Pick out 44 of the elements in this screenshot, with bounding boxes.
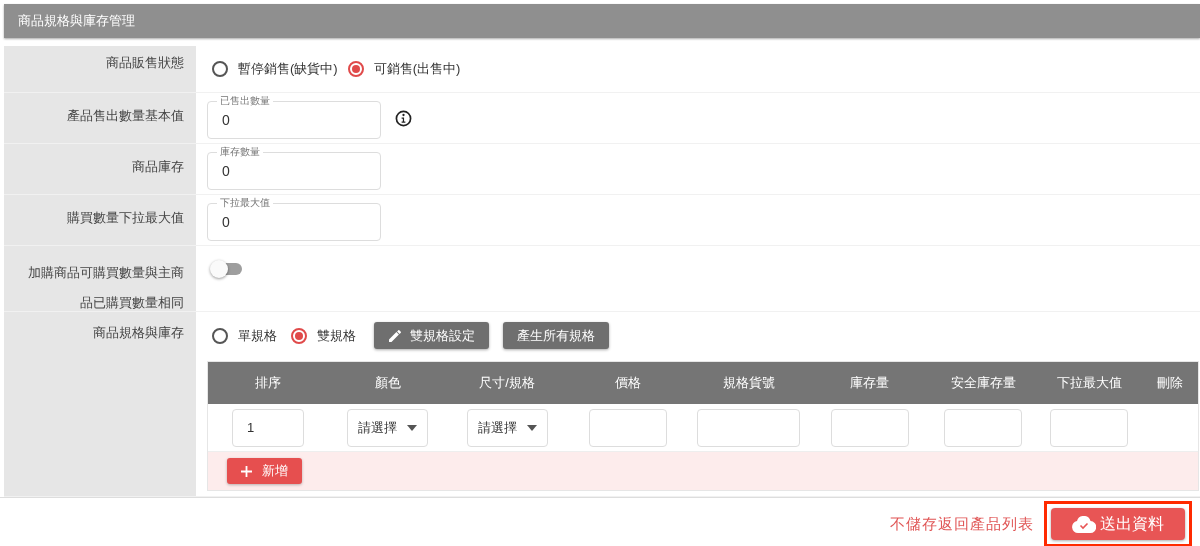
back-link[interactable]: 不儲存返回產品列表 <box>890 514 1034 534</box>
field-label: 商品販售狀態 <box>106 54 184 72</box>
radio-label: 單規格 <box>238 326 277 345</box>
column-header: 顏色 <box>374 374 401 392</box>
field-label: 購買數量下拉最大值 <box>67 209 184 227</box>
caret-icon <box>526 424 537 431</box>
radio-label: 雙規格 <box>317 326 356 345</box>
radio-label: 暫停銷售(缺貨中) <box>238 60 338 78</box>
radio-button[interactable] <box>212 327 228 344</box>
radio-button[interactable] <box>212 61 228 77</box>
table-input[interactable] <box>830 408 909 447</box>
table-input[interactable]: 1 <box>232 408 304 447</box>
radio-button[interactable] <box>347 61 364 77</box>
toggle-switch[interactable] <box>210 259 242 278</box>
radio-label: 可銷售(出售中) <box>373 60 461 78</box>
table-input[interactable] <box>1050 408 1128 447</box>
column-header: 安全庫存量 <box>950 374 1016 392</box>
field-label: 商品規格與庫存 <box>93 324 184 342</box>
pencil-icon <box>388 328 402 343</box>
field-label: 加購商品可購買數量與主商品已購買數量相同 <box>27 264 184 312</box>
column-header: 排序 <box>255 374 281 392</box>
radio-button[interactable] <box>291 327 307 344</box>
column-header: 規格貨號 <box>722 374 775 392</box>
cloud-check-icon <box>1072 515 1096 533</box>
action-button[interactable]: 產生所有規格 <box>503 322 609 349</box>
table-input[interactable] <box>588 408 667 447</box>
caret-icon <box>407 424 417 431</box>
field-label: 產品售出數量基本值 <box>67 107 184 125</box>
info-icon[interactable] <box>395 109 412 127</box>
select-dropdown[interactable]: 請選擇 <box>347 408 428 447</box>
column-header: 尺寸/規格 <box>479 374 535 392</box>
column-header: 價格 <box>614 374 641 392</box>
plus-icon <box>241 465 252 477</box>
action-button[interactable]: 雙規格設定 <box>374 322 489 349</box>
field-label: 商品庫存 <box>132 158 184 176</box>
add-button[interactable]: 新增 <box>227 458 302 484</box>
submit-button[interactable]: 送出資料 <box>1051 508 1185 540</box>
table-input[interactable] <box>697 408 800 447</box>
column-header: 庫存量 <box>850 374 889 392</box>
section-header: 商品規格與庫存管理 <box>4 4 1200 38</box>
table-input[interactable] <box>944 408 1022 447</box>
select-dropdown[interactable]: 請選擇 <box>466 408 548 447</box>
column-header: 刪除 <box>1157 374 1183 392</box>
column-header: 下拉最大值 <box>1056 374 1122 392</box>
